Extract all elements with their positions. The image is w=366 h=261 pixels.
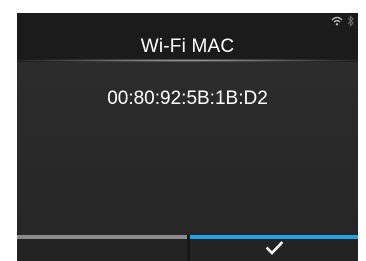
wifi-icon [331, 16, 343, 26]
header-divider [17, 59, 358, 62]
bluetooth-icon [347, 15, 354, 27]
page-title: Wi-Fi MAC [140, 36, 235, 57]
mac-address-value: 00:80:92:5B:1B:D2 [107, 88, 268, 109]
confirm-softkey[interactable] [190, 235, 358, 261]
softkey-bar [17, 235, 358, 261]
printer-screen: Wi-Fi MAC 00:80:92:5B:1B:D2 [17, 13, 358, 261]
checkmark-icon [265, 240, 283, 260]
header-bar: Wi-Fi MAC [17, 13, 358, 62]
left-softkey[interactable] [17, 235, 187, 261]
status-icons [331, 14, 354, 28]
